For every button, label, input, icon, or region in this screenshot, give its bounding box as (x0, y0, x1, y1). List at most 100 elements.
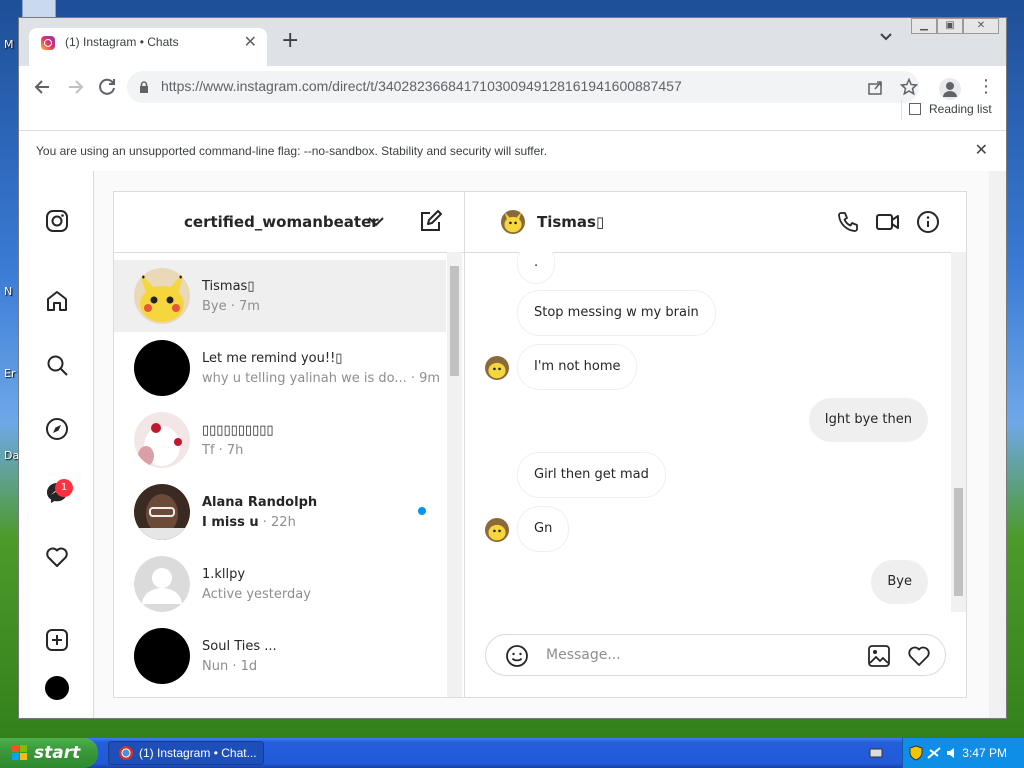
taskbar-item-label: (1) Instagram • Chat... (139, 746, 257, 760)
chat-column: Tismas▯ . Stop messing w my brain I'm no… (465, 192, 966, 697)
scrollbar-thumb[interactable] (450, 266, 459, 376)
thread-avatar[interactable] (134, 556, 190, 612)
share-icon[interactable] (867, 78, 885, 96)
page-content: 1 certified_womanbeater Tismas▯ Bye · 7m L… (19, 171, 1006, 718)
message-input[interactable]: Message... (546, 647, 621, 663)
message-bubble[interactable]: Girl then get mad (517, 452, 666, 498)
start-button[interactable]: start (0, 738, 98, 768)
tab-close-icon[interactable]: ✕ (244, 32, 257, 51)
chat-title[interactable]: Tismas▯ (537, 213, 604, 231)
message-composer[interactable]: Message... (485, 634, 946, 676)
system-tray: 3:47 PM (869, 738, 1024, 768)
thread-item[interactable]: Alana Randolph I miss u · 22h (114, 476, 446, 548)
thread-item[interactable]: Soul Ties ... Nun · 1d (114, 620, 446, 692)
thread-name: Let me remind you!!▯ (202, 351, 343, 366)
emoji-icon[interactable] (505, 644, 529, 668)
info-icon[interactable] (916, 210, 940, 234)
maximize-button[interactable]: ▣ (937, 18, 963, 34)
notification-badge: 1 (55, 479, 73, 497)
tab-title: (1) Instagram • Chats (65, 35, 179, 49)
thread-avatar[interactable] (134, 268, 190, 324)
thread-name: Soul Ties ... (202, 639, 277, 654)
taskbar: start (1) Instagram • Chat... 3:47 PM (0, 738, 1024, 768)
browser-window: ▁ ▣ ✕ (1) Instagram • Chats ✕ + https://… (18, 17, 1007, 719)
thread-preview: Nun · 1d (202, 659, 258, 674)
profile-avatar[interactable] (45, 676, 69, 700)
thread-preview: Bye · 7m (202, 299, 260, 314)
thread-avatar[interactable] (134, 340, 190, 396)
close-window-button[interactable]: ✕ (963, 18, 999, 34)
video-call-icon[interactable] (875, 210, 901, 234)
reading-list-button[interactable]: Reading list (909, 102, 992, 116)
thread-name: ▯▯▯▯▯▯▯▯▯▯ (202, 423, 274, 438)
divider (901, 100, 902, 120)
direct-panel: certified_womanbeater Tismas▯ Bye · 7m Let… (113, 191, 967, 698)
lock-icon[interactable] (139, 81, 149, 93)
chat-header: Tismas▯ (465, 192, 966, 253)
thread-item[interactable]: Tismas▯ Bye · 7m (114, 260, 446, 332)
image-upload-icon[interactable] (867, 644, 891, 668)
unread-indicator (418, 507, 426, 515)
sender-avatar[interactable] (485, 518, 509, 542)
infobar-text: You are using an unsupported command-lin… (36, 144, 547, 158)
minimize-button[interactable]: ▁ (911, 18, 937, 34)
thread-column: certified_womanbeater Tismas▯ Bye · 7m Let… (114, 192, 465, 697)
sender-avatar[interactable] (485, 356, 509, 380)
message-bubble[interactable]: Gn (517, 506, 570, 552)
profile-avatar-icon[interactable] (939, 78, 961, 100)
volume-icon[interactable] (945, 746, 959, 760)
new-tab-button[interactable]: + (281, 28, 299, 53)
infobar-close-icon[interactable]: ✕ (975, 140, 988, 159)
like-heart-icon[interactable] (907, 644, 931, 668)
message-bubble[interactable]: I'm not home (517, 344, 638, 390)
desktop-label: M (4, 38, 14, 51)
message-bubble[interactable]: Bye (871, 560, 928, 604)
scrollbar-thumb[interactable] (954, 488, 963, 596)
phone-icon[interactable] (836, 210, 860, 234)
create-plus-icon[interactable] (45, 628, 69, 652)
clock[interactable]: 3:47 PM (962, 746, 1007, 760)
network-icon[interactable] (927, 746, 941, 760)
home-icon[interactable] (45, 289, 69, 313)
thread-avatar[interactable] (134, 484, 190, 540)
message-bubble[interactable]: Ight bye then (808, 398, 928, 442)
instagram-favicon-icon (41, 36, 55, 50)
thread-item[interactable]: Let me remind you!!▯ why u telling yalina… (114, 332, 446, 404)
chat-avatar[interactable] (501, 210, 525, 234)
thread-avatar[interactable] (134, 628, 190, 684)
windows-logo-icon (12, 745, 27, 760)
thread-scrollbar[interactable] (447, 252, 462, 697)
taskbar-chrome-item[interactable]: (1) Instagram • Chat... (108, 741, 264, 765)
chat-scrollbar[interactable] (951, 252, 966, 612)
bookmark-star-icon[interactable] (900, 78, 918, 96)
search-icon[interactable] (45, 353, 69, 377)
thread-item[interactable]: ▯▯▯▯▯▯▯▯▯▯ Tf · 7h (114, 404, 446, 476)
address-bar[interactable]: https://www.instagram.com/direct/t/34028… (127, 71, 919, 103)
tab-instagram[interactable]: (1) Instagram • Chats ✕ (29, 28, 267, 66)
explore-compass-icon[interactable] (45, 417, 69, 441)
thread-avatar[interactable] (134, 412, 190, 468)
account-switcher[interactable]: certified_womanbeater (184, 213, 379, 231)
bookmarks-bar: Reading list (19, 100, 1006, 128)
thread-time: · 22h (258, 515, 296, 530)
page-scrollbar[interactable] (989, 171, 1006, 718)
forward-icon[interactable] (61, 73, 89, 101)
keyboard-icon[interactable] (869, 746, 883, 760)
message-bubble[interactable]: . (517, 252, 556, 284)
reload-icon[interactable] (93, 73, 121, 101)
browser-menu-icon[interactable]: ⋮ (977, 76, 995, 97)
back-icon[interactable] (29, 73, 57, 101)
message-bubble[interactable]: Stop messing w my brain (517, 290, 716, 336)
chevron-down-icon[interactable] (366, 212, 386, 232)
heart-icon[interactable] (45, 545, 69, 569)
security-shield-icon[interactable] (909, 745, 923, 761)
thread-preview: Tf · 7h (202, 443, 244, 458)
instagram-logo-icon[interactable] (45, 209, 69, 233)
new-message-icon[interactable] (419, 209, 443, 233)
thread-preview: why u telling yalinah we is do... · 9m (202, 371, 441, 386)
thread-item[interactable]: 1.kllpy Active yesterday (114, 548, 446, 620)
tab-search-chevron-icon[interactable] (879, 32, 893, 42)
start-label: start (34, 743, 81, 763)
thread-name: Tismas▯ (202, 279, 255, 294)
url-text[interactable]: https://www.instagram.com/direct/t/34028… (161, 78, 682, 94)
